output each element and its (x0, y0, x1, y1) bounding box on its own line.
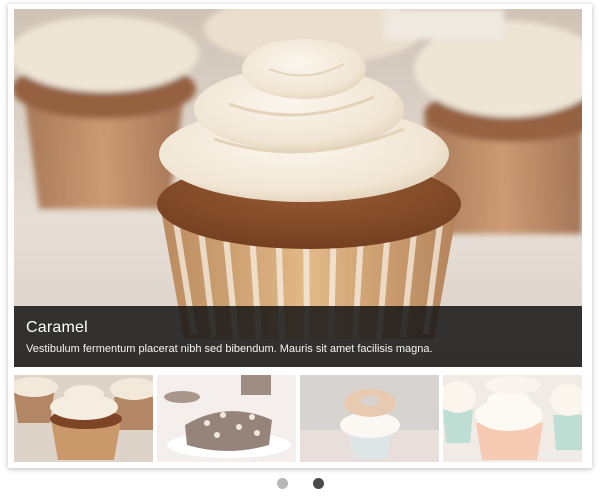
slide-description: Vestibulum fermentum placerat nibh sed b… (26, 343, 433, 355)
thumbnail-brownie[interactable] (157, 375, 296, 462)
pagination-dot-2[interactable] (312, 478, 324, 489)
thumbnail-overlay (157, 375, 296, 462)
pagination-dots (0, 478, 600, 490)
thumbnail-strip (14, 375, 582, 462)
thumbnail-donut-cupcake[interactable] (300, 375, 439, 462)
thumbnail-overlay (300, 375, 439, 462)
main-slide[interactable]: Caramel Vestibulum fermentum placerat ni… (14, 9, 582, 367)
thumbnail-pastel-cupcakes[interactable] (443, 375, 582, 462)
slide-caption: Caramel Vestibulum fermentum placerat ni… (14, 306, 582, 367)
thumbnail-overlay (443, 375, 582, 462)
pagination-dot-1[interactable] (276, 478, 288, 489)
slide-title: Caramel (26, 319, 88, 336)
thumbnail-caramel[interactable] (14, 375, 153, 462)
thumbnail-overlay (14, 375, 153, 462)
